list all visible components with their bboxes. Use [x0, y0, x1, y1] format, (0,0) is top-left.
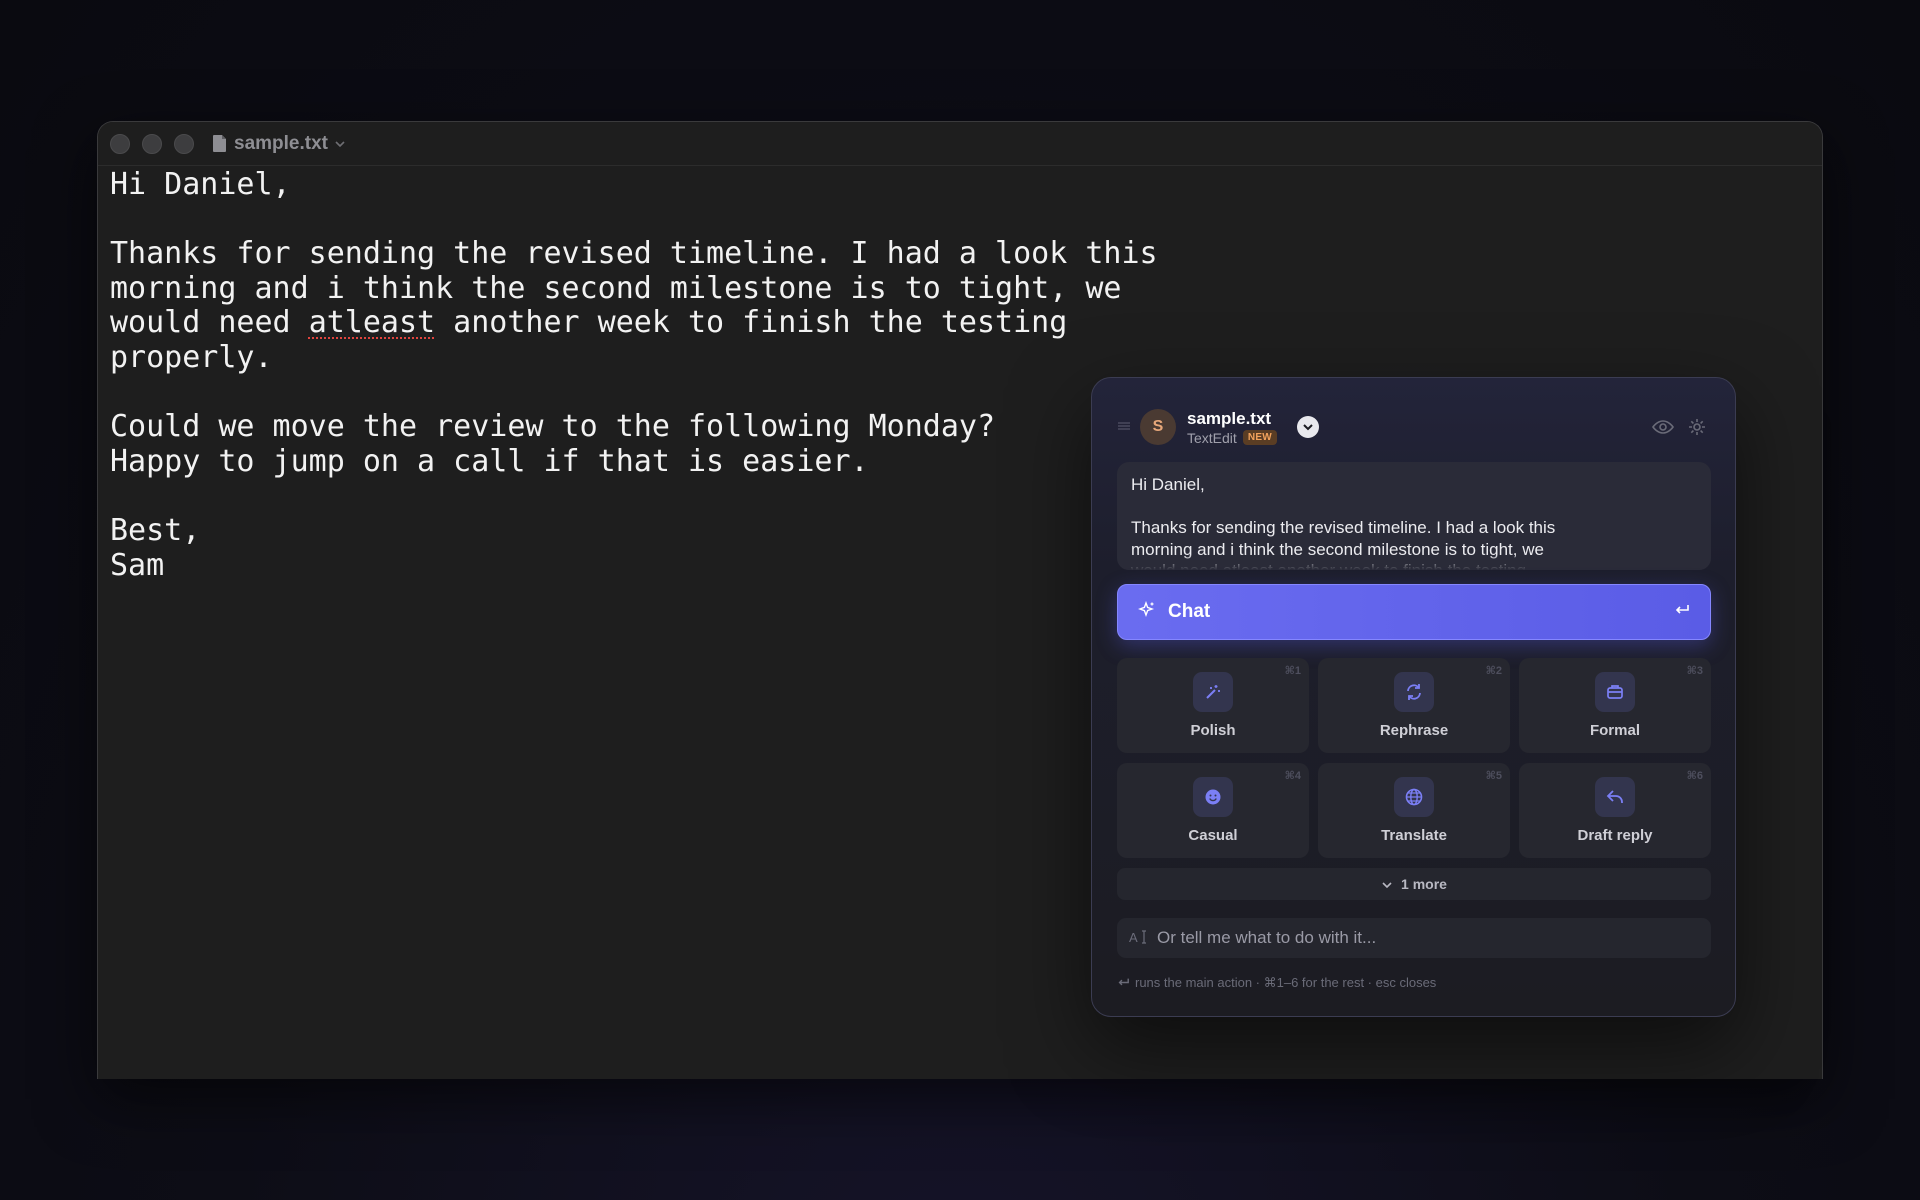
doc-line: properly.: [110, 339, 273, 375]
shortcut-hint: ⌘2: [1485, 665, 1502, 677]
panel-header: S sample.txt TextEdit NEW: [1118, 405, 1709, 449]
keyboard-hint: runs the main action · ⌘1–6 for the rest…: [1117, 975, 1436, 991]
shortcut-hint: ⌘1: [1284, 665, 1301, 677]
source-dropdown-button[interactable]: [1297, 416, 1320, 438]
shortcut-hint: ⌘3: [1686, 665, 1703, 677]
polish-button[interactable]: ⌘1 Polish: [1117, 658, 1309, 753]
refresh-icon: [1394, 672, 1434, 712]
text-preview: Hi Daniel, Thanks for sending the revise…: [1117, 462, 1711, 570]
shortcut-hint: ⌘6: [1686, 770, 1703, 782]
shortcut-hint: ⌘5: [1485, 770, 1502, 782]
doc-line: would need atleast another week to finis…: [110, 306, 1822, 341]
ai-text-cursor-icon: A: [1129, 929, 1157, 948]
prompt-input[interactable]: [1157, 928, 1699, 948]
preview-line: [1131, 496, 1697, 518]
sparkle-icon: [1137, 600, 1156, 624]
svg-text:A: A: [1129, 930, 1138, 945]
preview-line: Hi Daniel,: [1131, 475, 1205, 494]
document-title-menu[interactable]: sample.txt: [212, 133, 346, 155]
keyboard-hint-text: runs the main action · ⌘1–6 for the rest…: [1135, 975, 1437, 990]
reply-icon: [1595, 777, 1635, 817]
show-more-label: 1 more: [1401, 876, 1447, 892]
action-label: Formal: [1589, 722, 1640, 739]
translate-button[interactable]: ⌘5 Translate: [1318, 763, 1510, 858]
return-key-icon: [1117, 976, 1130, 991]
shortcut-hint: ⌘4: [1284, 770, 1301, 782]
doc-line: Hi Daniel,: [110, 167, 291, 202]
action-label: Translate: [1381, 827, 1447, 844]
gear-icon[interactable]: [1685, 415, 1709, 439]
close-window-button[interactable]: [110, 133, 130, 154]
chevron-down-icon: [1302, 418, 1314, 436]
source-file-name: sample.txt: [1187, 408, 1272, 428]
prompt-field[interactable]: A: [1117, 918, 1711, 958]
chat-label: Chat: [1168, 601, 1211, 622]
action-label: Draft reply: [1577, 827, 1653, 844]
action-label: Rephrase: [1379, 722, 1449, 739]
rephrase-button[interactable]: ⌘2 Rephrase: [1318, 658, 1510, 753]
preview-line: morning and i think the second milestone…: [1131, 539, 1544, 559]
smiley-icon: [1193, 777, 1233, 817]
minimize-window-button[interactable]: [142, 133, 162, 154]
chevron-down-icon: [1381, 876, 1393, 892]
formal-button[interactable]: ⌘3 Formal: [1519, 658, 1711, 753]
drag-handle-icon[interactable]: [1118, 418, 1138, 436]
doc-line: morning and i think the second milestone…: [110, 270, 1122, 306]
doc-line: Thanks for sending the revised timeline.…: [110, 236, 1158, 272]
action-label: Casual: [1188, 827, 1238, 844]
globe-icon: [1394, 777, 1434, 817]
new-badge: NEW: [1242, 430, 1278, 445]
magic-wand-icon: [1193, 672, 1233, 712]
doc-line-start: would need: [110, 305, 309, 341]
misspelled-word[interactable]: atleast: [309, 305, 435, 341]
assistant-panel: S sample.txt TextEdit NEW Hi Daniel, Tha…: [1091, 377, 1736, 1017]
source-app-row: TextEdit NEW: [1187, 429, 1278, 446]
document-title: sample.txt: [234, 132, 328, 154]
preview-line: would need atleast another week to finis…: [1131, 560, 1697, 570]
window-controls: [110, 133, 194, 154]
doc-line: [110, 203, 1822, 238]
title-bar[interactable]: sample.txt: [98, 122, 1822, 166]
quick-actions-grid: ⌘1 Polish ⌘2 Rephrase ⌘3 Formal ⌘4 Casua…: [1117, 658, 1711, 858]
chevron-down-icon: [334, 140, 346, 148]
document-icon: [212, 134, 228, 153]
doc-line-end: another week to finish the testing: [435, 305, 1068, 341]
show-more-button[interactable]: 1 more: [1117, 868, 1711, 900]
zoom-window-button[interactable]: [174, 133, 194, 154]
source-app-info: sample.txt TextEdit NEW: [1187, 408, 1278, 446]
source-app-name: TextEdit: [1187, 429, 1237, 446]
action-label: Polish: [1190, 722, 1236, 739]
chat-button[interactable]: Chat: [1117, 584, 1711, 640]
return-key-icon: [1674, 603, 1690, 622]
preview-line: Thanks for sending the revised timeline.…: [1131, 518, 1556, 538]
draft-reply-button[interactable]: ⌘6 Draft reply: [1519, 763, 1711, 858]
eye-icon[interactable]: [1651, 415, 1675, 439]
casual-button[interactable]: ⌘4 Casual: [1117, 763, 1309, 858]
avatar: S: [1140, 409, 1176, 445]
briefcase-icon: [1595, 672, 1635, 712]
